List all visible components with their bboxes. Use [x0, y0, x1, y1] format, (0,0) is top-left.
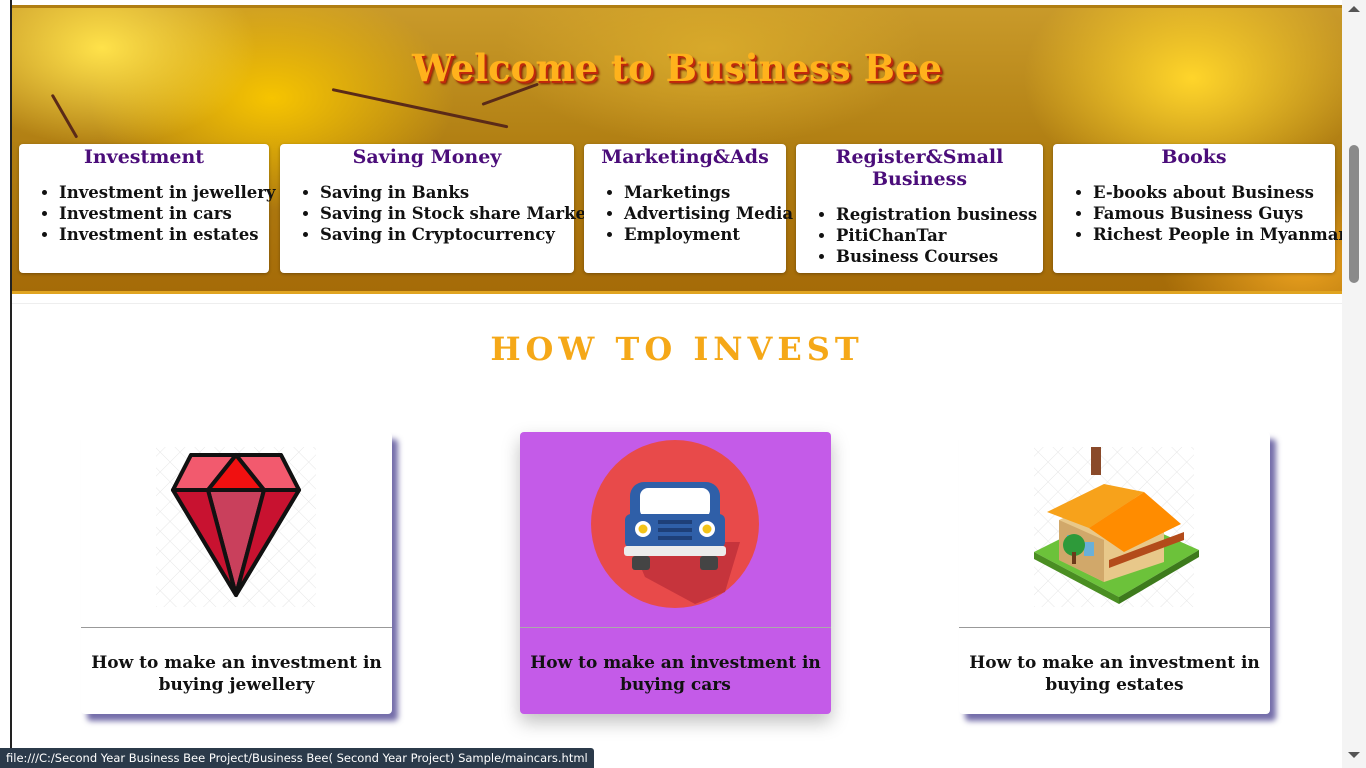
menu-item-registration[interactable]: Registration business: [836, 204, 1043, 225]
header-banner: Welcome to Business Bee Investment Inves…: [12, 5, 1342, 294]
card-jewellery[interactable]: How to make an investment in buying jewe…: [81, 432, 392, 714]
card-jewellery-image: [81, 432, 392, 627]
menu-item-advertising[interactable]: Advertising Media: [624, 203, 793, 224]
menu-item-business-courses[interactable]: Business Courses: [836, 246, 1043, 267]
menu-card-register: Register&Small Business Registration bus…: [796, 144, 1043, 273]
scrollbar-thumb[interactable]: [1349, 145, 1359, 283]
menu-item-saving-crypto[interactable]: Saving in Cryptocurrency: [320, 224, 574, 245]
menu-heading-register[interactable]: Register&Small Business: [796, 144, 1043, 190]
car-icon: [591, 440, 759, 608]
menu-item-pitichantar[interactable]: PitiChanTar: [836, 225, 1043, 246]
scroll-up-arrow-icon[interactable]: [1348, 6, 1360, 12]
menu-card-saving-money: Saving Money Saving in Banks Saving in S…: [280, 144, 594, 273]
card-cars[interactable]: How to make an investment in buying cars: [520, 432, 831, 714]
menu-heading-saving-money[interactable]: Saving Money: [280, 144, 574, 168]
site-title: Welcome to Business Bee: [412, 46, 942, 90]
menu-card-investment: Investment Investment in jewellery Inves…: [19, 144, 276, 273]
card-estates[interactable]: How to make an investment in buying esta…: [959, 432, 1270, 714]
vertical-scrollbar[interactable]: [1342, 0, 1366, 768]
menu-heading-investment[interactable]: Investment: [19, 144, 269, 168]
menu-card-marketing: Marketing&Ads Marketings Advertising Med…: [584, 144, 793, 273]
menu-item-famous-guys[interactable]: Famous Business Guys: [1093, 203, 1335, 224]
menu-item-employment[interactable]: Employment: [624, 224, 786, 245]
card-estates-caption[interactable]: How to make an investment in buying esta…: [969, 652, 1260, 696]
card-jewellery-caption[interactable]: How to make an investment in buying jewe…: [91, 652, 382, 696]
card-cars-image: [520, 432, 831, 627]
menu-item-ebooks[interactable]: E-books about Business: [1093, 182, 1335, 203]
menu-item-investment-jewellery[interactable]: Investment in jewellery: [59, 182, 276, 203]
menu-item-investment-estates[interactable]: Investment in estates: [59, 224, 269, 245]
menu-heading-marketing[interactable]: Marketing&Ads: [584, 144, 786, 168]
menu-item-investment-cars[interactable]: Investment in cars: [59, 203, 269, 224]
section-divider: [12, 303, 1342, 304]
menu-item-marketings[interactable]: Marketings: [624, 182, 786, 203]
scroll-down-arrow-icon[interactable]: [1348, 752, 1360, 758]
status-bar-url: file:///C:/Second Year Business Bee Proj…: [0, 748, 594, 768]
menu-item-richest-people[interactable]: Richest People in Myanmar: [1093, 224, 1342, 245]
card-estates-image: [959, 432, 1270, 627]
menu-item-saving-stock[interactable]: Saving in Stock share Market: [320, 203, 594, 224]
menu-item-saving-banks[interactable]: Saving in Banks: [320, 182, 574, 203]
section-title: HOW TO INVEST: [490, 330, 864, 368]
menu-card-books: Books E-books about Business Famous Busi…: [1053, 144, 1342, 273]
menu-heading-books[interactable]: Books: [1053, 144, 1335, 168]
page: Welcome to Business Bee Investment Inves…: [10, 0, 1344, 768]
card-cars-caption[interactable]: How to make an investment in buying cars: [530, 652, 821, 696]
